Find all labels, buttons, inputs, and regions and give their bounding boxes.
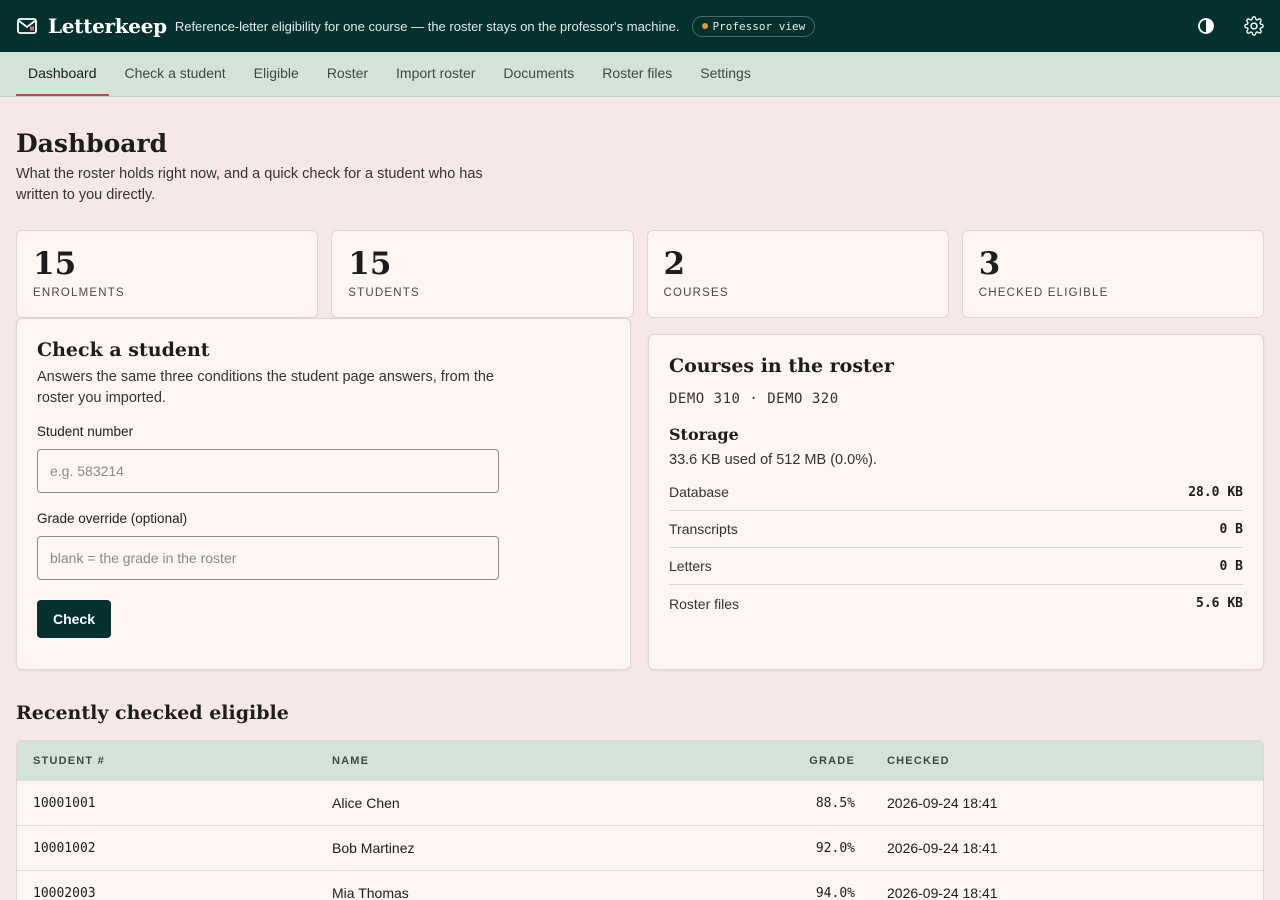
tab-dashboard[interactable]: Dashboard [16, 52, 109, 96]
storage-value: 5.6 KB [1196, 596, 1243, 611]
table-row[interactable]: 10001002 Bob Martinez 92.0% 2026-09-24 1… [17, 826, 1263, 871]
envelope-icon [16, 15, 38, 37]
storage-title: Storage [669, 425, 739, 444]
grade-override-label: Grade override (optional) [37, 511, 188, 526]
student-number-label: Student number [37, 424, 134, 439]
status-dot [701, 23, 708, 29]
cell-name: Mia Thomas [332, 885, 409, 900]
stat-checked-eligible: 3 CHECKED ELIGIBLE [961, 230, 1264, 318]
stat-enrolments: 15 ENROLMENTS [16, 230, 319, 318]
cell-grade: 88.5% [815, 795, 855, 811]
check-student-card: Check a student Answers the same three c… [16, 318, 631, 670]
table-row[interactable]: 10002003 Mia Thomas 94.0% 2026-09-24 18:… [17, 871, 1263, 900]
stat-label: STUDENTS [348, 287, 420, 299]
stat-value: 15 [348, 246, 392, 282]
storage-list: Database 28.0 KB Transcripts 0 B Letters… [669, 474, 1243, 622]
tab-roster-files[interactable]: Roster files [590, 52, 684, 96]
check-button[interactable]: Check [37, 600, 111, 638]
tab-roster[interactable]: Roster [315, 52, 380, 96]
cell-checked: 2026-09-24 18:41 [887, 840, 998, 856]
cell-name: Alice Chen [332, 795, 400, 811]
storage-value: 28.0 KB [1188, 484, 1243, 500]
column-header-grade[interactable]: GRADE [736, 755, 855, 767]
storage-label: Letters [669, 558, 712, 574]
stat-value: 3 [978, 246, 1001, 282]
column-header-name[interactable]: NAME [316, 755, 736, 767]
nav-tabs: Dashboard Check a student Eligible Roste… [0, 52, 1280, 97]
cell-checked: 2026-09-24 18:41 [887, 795, 998, 811]
course-codes: DEMO 310 · DEMO 320 [669, 391, 839, 407]
tab-documents[interactable]: Documents [491, 52, 586, 96]
column-header-student-number[interactable]: STUDENT # [17, 755, 316, 767]
cell-grade: 92.0% [815, 840, 855, 856]
page-subtitle: What the roster holds right now, and a q… [16, 166, 483, 203]
column-header-checked[interactable]: CHECKED [855, 755, 1263, 767]
stat-label: CHECKED ELIGIBLE [978, 287, 1109, 299]
storage-label: Database [669, 484, 729, 500]
stat-value: 2 [663, 246, 686, 282]
gear-icon[interactable] [1244, 16, 1264, 36]
cell-student-number: 10001002 [33, 840, 96, 856]
brand-name[interactable]: Letterkeep [48, 14, 167, 38]
table-header: STUDENT # NAME GRADE CHECKED [17, 741, 1263, 781]
stats-row: 15 ENROLMENTS 15 STUDENTS 2 COURSES 3 CH… [16, 230, 1264, 318]
tagline: Reference-letter eligibility for one cou… [174, 18, 680, 34]
stat-value: 15 [33, 246, 77, 282]
stat-courses: 2 COURSES [646, 230, 949, 318]
storage-row: Transcripts 0 B [669, 511, 1243, 548]
main-content: Dashboard What the roster holds right no… [0, 129, 1280, 900]
top-bar: Letterkeep Reference-letter eligibility … [0, 0, 1280, 52]
storage-value: 0 B [1219, 521, 1243, 537]
cell-student-number: 10001001 [33, 795, 96, 811]
tab-eligible[interactable]: Eligible [242, 52, 311, 96]
cell-name: Bob Martinez [332, 840, 415, 856]
tab-check-a-student[interactable]: Check a student [113, 52, 238, 96]
stat-students: 15 STUDENTS [331, 230, 634, 318]
courses-card-title: Courses in the roster [669, 355, 894, 377]
role-label: Professor view [712, 19, 806, 33]
grade-override-input[interactable] [37, 536, 499, 580]
storage-row: Database 28.0 KB [669, 474, 1243, 511]
page-title: Dashboard [16, 129, 168, 158]
storage-value: 0 B [1219, 558, 1243, 574]
cell-checked: 2026-09-24 18:41 [887, 885, 998, 900]
recent-table: STUDENT # NAME GRADE CHECKED 10001001 Al… [16, 740, 1264, 900]
role-badge: Professor view [691, 15, 816, 37]
storage-label: Transcripts [669, 521, 738, 537]
check-card-subtitle: Answers the same three conditions the st… [37, 369, 494, 406]
contrast-icon[interactable] [1196, 16, 1216, 36]
courses-card: Courses in the roster DEMO 310 · DEMO 32… [648, 334, 1264, 670]
check-card-title: Check a student [37, 339, 210, 361]
storage-label: Roster files [669, 595, 740, 612]
storage-row: Letters 0 B [669, 548, 1243, 585]
student-number-input[interactable] [37, 449, 499, 493]
cell-grade: 94.0% [815, 885, 855, 900]
table-row[interactable]: 10001001 Alice Chen 88.5% 2026-09-24 18:… [17, 781, 1263, 826]
tab-settings[interactable]: Settings [688, 52, 763, 96]
recent-section-title: Recently checked eligible [16, 702, 289, 724]
cell-student-number: 10002003 [33, 885, 96, 900]
stat-label: ENROLMENTS [33, 287, 125, 299]
two-column-section: Check a student Answers the same three c… [16, 318, 1264, 670]
storage-row: Roster files 5.6 KB [669, 585, 1243, 622]
storage-summary: 33.6 KB used of 512 MB (0.0%). [669, 452, 877, 468]
stat-label: COURSES [663, 287, 729, 299]
tab-import-roster[interactable]: Import roster [384, 52, 487, 96]
